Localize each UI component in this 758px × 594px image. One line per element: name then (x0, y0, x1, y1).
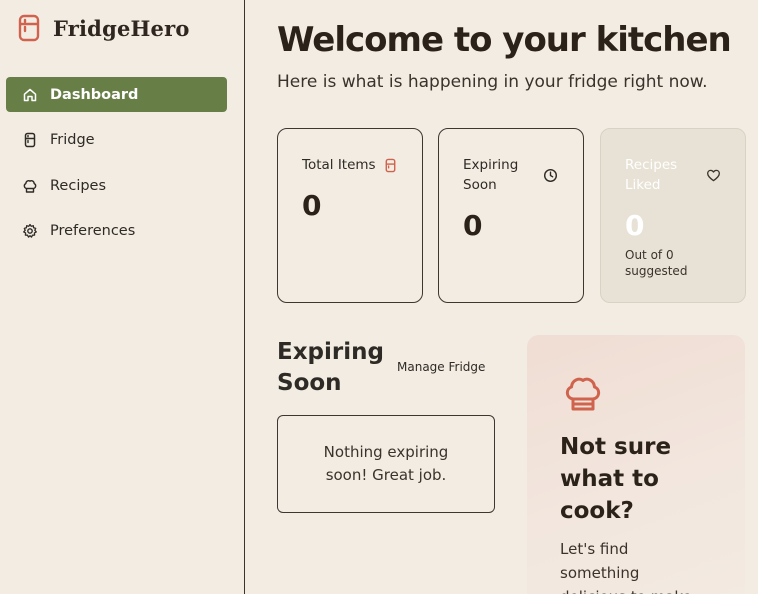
expiring-empty-state: Nothing expiring soon! Great job. (277, 415, 495, 513)
stat-card-total-items: Total Items 0 (277, 128, 423, 303)
page-subtitle: Here is what is happening in your fridge… (277, 72, 708, 92)
brand-name: FridgeHero (53, 15, 190, 41)
sidebar-item-label: Preferences (50, 223, 136, 239)
stat-label: Total Items (302, 157, 376, 173)
empty-state-text: Nothing expiring soon! Great job. (323, 443, 449, 484)
brand[interactable]: FridgeHero (18, 14, 190, 42)
heart-icon (707, 169, 720, 182)
fridge-icon (385, 158, 396, 173)
app: FridgeHero Dashboard Fridge Recipes Pref… (0, 0, 758, 594)
stat-card-expiring-soon: Expiring Soon 0 (438, 128, 584, 303)
sidebar-item-label: Dashboard (50, 86, 139, 103)
sidebar-item-dashboard[interactable]: Dashboard (6, 77, 227, 112)
expiring-section-title: Expiring Soon (277, 339, 384, 396)
sidebar-item-label: Fridge (50, 132, 95, 148)
chef-hat-icon (23, 179, 37, 193)
gear-icon (23, 223, 37, 238)
sidebar-nav: Dashboard Fridge Recipes Preferences (6, 77, 227, 259)
sidebar-item-preferences[interactable]: Preferences (6, 214, 227, 249)
promo-text: Let's find something delicious to make (560, 540, 692, 594)
stat-value: 0 (302, 189, 322, 222)
page-title: Welcome to your kitchen (277, 20, 732, 60)
clock-icon (543, 168, 558, 183)
sidebar-item-fridge[interactable]: Fridge (6, 123, 227, 158)
manage-fridge-link[interactable]: Manage Fridge (397, 360, 485, 374)
stat-label: Expiring Soon (463, 157, 519, 193)
stat-subtext: Out of 0 suggested (625, 248, 688, 278)
sidebar: FridgeHero Dashboard Fridge Recipes Pref… (0, 0, 245, 594)
recipe-suggestion-card: Not sure what to cook? Let's find someth… (527, 335, 745, 594)
fridge-icon (18, 14, 40, 42)
chef-hat-icon (565, 377, 601, 411)
stat-value: 0 (625, 209, 645, 242)
sidebar-item-label: Recipes (50, 177, 107, 194)
fridge-icon (24, 132, 36, 148)
home-icon (23, 88, 37, 101)
main-content: Welcome to your kitchen Here is what is … (277, 0, 758, 594)
sidebar-item-recipes[interactable]: Recipes (6, 168, 227, 203)
stat-card-recipes-liked: Recipes Liked 0 Out of 0 suggested (600, 128, 746, 303)
stat-value: 0 (463, 209, 483, 242)
promo-title: Not sure what to cook? (560, 434, 672, 524)
stat-label: Recipes Liked (625, 157, 678, 193)
